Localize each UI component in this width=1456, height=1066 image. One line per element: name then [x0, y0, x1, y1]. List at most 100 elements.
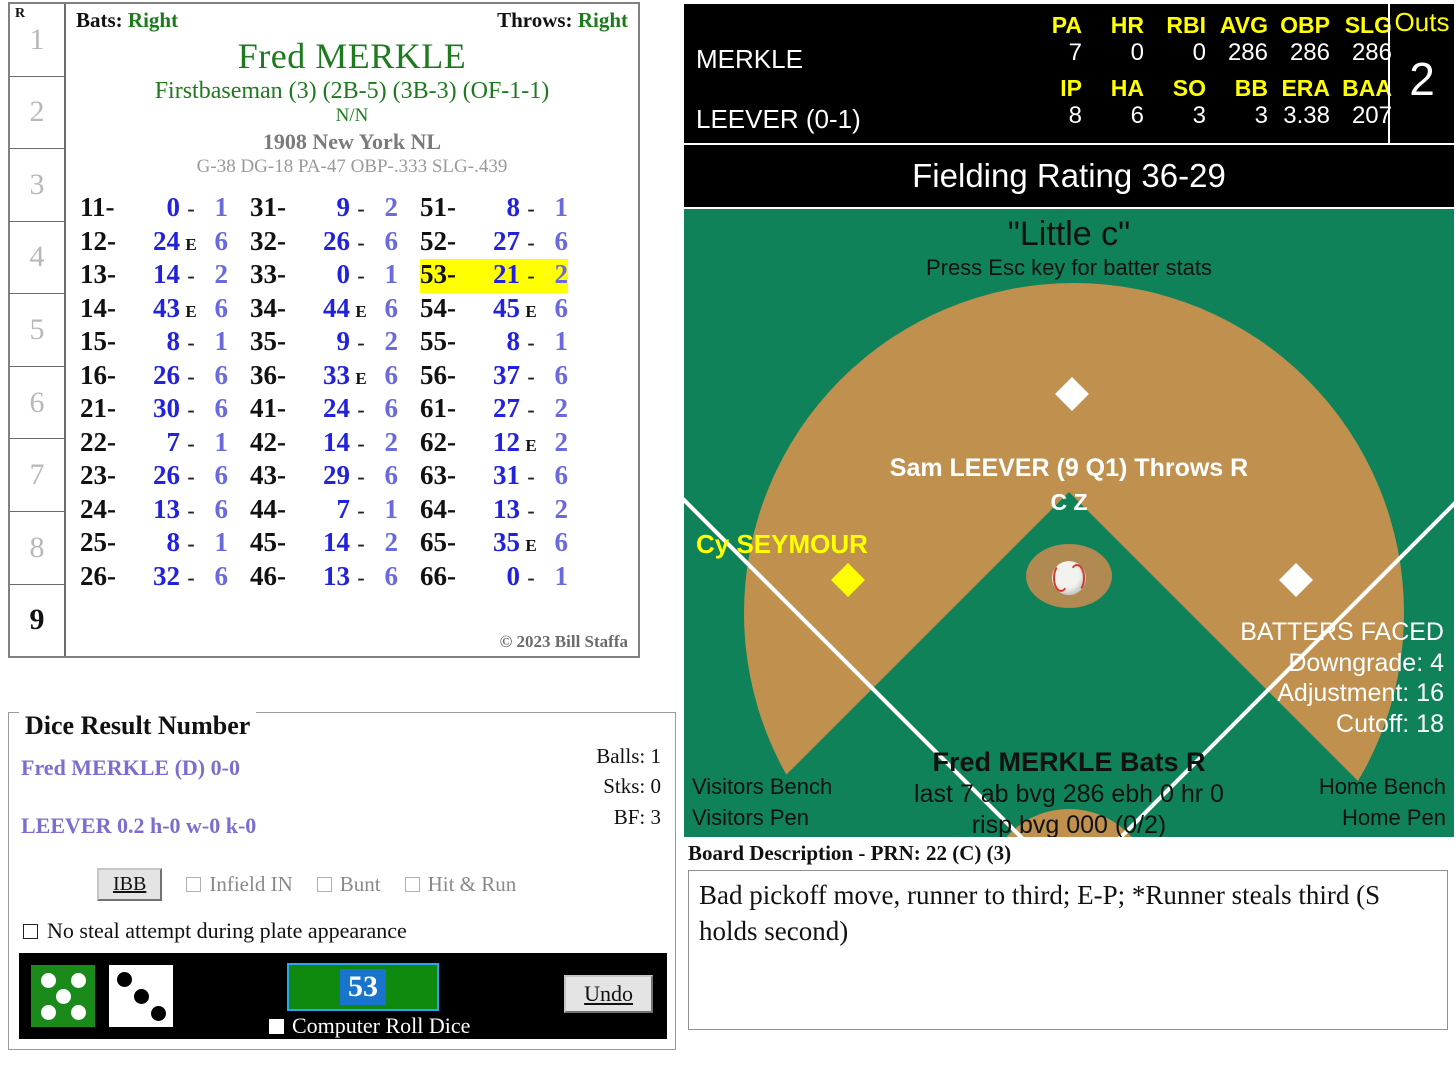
infield-in-checkbox[interactable]: Infield IN [186, 872, 293, 897]
dice-row-value: 6 [554, 292, 569, 323]
die-pip [150, 1006, 166, 1022]
stat-value: 286 [1351, 39, 1392, 66]
bats-group: Bats: Right [76, 8, 178, 33]
dice-row-error-flag: E [525, 301, 537, 321]
inning-number: 2 [29, 95, 45, 129]
dice-row-result: 29 [323, 460, 350, 490]
dice-panel-title: Dice Result Number [19, 711, 257, 741]
dice-row-key: 36- [250, 359, 286, 390]
cutoff-value: Cutoff: 18 [1336, 709, 1444, 738]
dice-row-value: 6 [214, 493, 229, 524]
app-window: R 1 2 3 4 5 6 7 8 9 Bats: Right Throws: … [0, 0, 1456, 1066]
dice-row-result: 26 [153, 460, 180, 490]
inning-number: 6 [29, 385, 45, 419]
dice-row-key: 56- [420, 359, 456, 390]
visitors-pen-button[interactable]: Visitors Pen [692, 805, 809, 831]
dice-pitcher-line: LEEVER 0.2 h-0 w-0 k-0 [21, 813, 257, 838]
dice-row-result: 44 [323, 292, 350, 323]
dice-row-key: 21- [80, 393, 116, 423]
dice-row-result: 14 [323, 426, 350, 457]
pitcher-stat-values: 8 6 3 3 3.38 207 [1020, 102, 1392, 130]
visitors-bench-button[interactable]: Visitors Bench [692, 774, 832, 800]
inning-number: 8 [29, 530, 45, 564]
dice-roll-bar: 53 Computer Roll Dice Undo [19, 953, 667, 1039]
baseball-icon [1052, 561, 1086, 595]
bats-label: Bats: [76, 8, 123, 32]
dice-row: 53- 21-2 [420, 259, 568, 293]
home-bench-button[interactable]: Home Bench [1319, 774, 1446, 800]
dice-row-error-flag: E [525, 536, 537, 555]
dice-row-value: 1 [214, 426, 229, 457]
inning-cell-6: 6 [10, 367, 64, 440]
dice-row-result: 8 [506, 192, 521, 222]
dice-row-result: 14 [323, 527, 350, 557]
dice-row: 36- 33 E 6 [250, 360, 398, 394]
die-white[interactable] [109, 965, 173, 1027]
stat-header: SO [1172, 75, 1206, 101]
dice-row-separator: - [527, 363, 535, 389]
dice-column-1: 11- 0-1 12- 24 E 6 13- 14-2 14- 43 E 6 15- 8-1 16- 26-6… [80, 192, 228, 594]
dice-row-result: 45 [493, 292, 520, 323]
die-pip [134, 989, 149, 1004]
undo-button[interactable]: Undo [564, 975, 653, 1013]
dice-row: 31- 9-2 [250, 192, 398, 226]
dice-row-result: 43 [153, 292, 180, 323]
home-pen-button[interactable]: Home Pen [1342, 805, 1446, 831]
dice-row-value: 2 [384, 326, 399, 356]
dice-row-result: 31 [493, 460, 520, 490]
dice-row-key: 54- [420, 292, 456, 323]
batters-faced-block: BATTERS FACED Downgrade: 4 Adjustment: 1… [1240, 617, 1444, 739]
dice-row-value: 2 [384, 192, 399, 222]
dice-row-key: 42- [250, 426, 286, 457]
player-team: 1908 New York NL [262, 129, 442, 154]
dice-row-value: 6 [384, 460, 399, 490]
dice-row: 51- 8-1 [420, 192, 568, 226]
inning-number: 1 [29, 22, 45, 56]
dice-row-value: 2 [554, 393, 569, 423]
dice-row: 33- 0-1 [250, 259, 398, 293]
dice-row: 11- 0-1 [80, 192, 228, 226]
hit-and-run-checkbox[interactable]: Hit & Run [404, 872, 516, 897]
dice-row-result: 24 [153, 225, 180, 256]
dice-row-separator: - [187, 464, 195, 489]
throws-label: Throws: [497, 8, 573, 32]
inning-number: 7 [29, 458, 45, 492]
no-steal-checkbox[interactable]: No steal attempt during plate appearance [23, 918, 407, 944]
dice-row-value: 1 [554, 560, 569, 591]
dice-row-value: 2 [384, 426, 399, 457]
dice-row: 45- 14-2 [250, 527, 398, 561]
runner-on-third-label: Cy SEYMOUR [696, 529, 868, 559]
ibb-button[interactable]: IBB [97, 868, 163, 901]
baseball-field[interactable]: "Little c" Press Esc key for batter stat… [682, 209, 1456, 837]
bunt-checkbox[interactable]: Bunt [316, 872, 381, 897]
dice-row: 64- 13-2 [420, 494, 568, 528]
field-subtitle: Press Esc key for batter stats [925, 255, 1213, 280]
throws-group: Throws: Right [497, 8, 628, 33]
dice-row-error-flag: E [355, 301, 367, 321]
outs-value: 2 [1409, 53, 1435, 105]
dice-row-result: 0 [506, 560, 521, 591]
field-title: "Little c" [1007, 215, 1131, 253]
dice-row-separator: - [357, 497, 365, 523]
dice-row-value: 6 [554, 225, 569, 256]
die-green[interactable] [31, 965, 95, 1027]
inning-cell-5: 5 [10, 294, 64, 367]
undo-label: Undo [584, 981, 633, 1006]
dice-row: 62- 12 E 2 [420, 427, 568, 461]
roll-display: 53 [287, 963, 439, 1011]
dice-row-separator: - [187, 363, 195, 389]
board-description-text: Bad pickoff move, runner to third; E-P; … [688, 870, 1448, 1030]
dice-row-result: 26 [323, 225, 350, 256]
die-pip [71, 972, 87, 988]
dice-row-value: 2 [214, 259, 229, 289]
dice-row-key: 43- [250, 460, 286, 490]
dice-row-value: 6 [384, 560, 399, 591]
computer-roll-dice-checkbox[interactable]: Computer Roll Dice [269, 1013, 470, 1039]
dice-row-key: 45- [250, 527, 286, 557]
dice-row-separator: - [187, 330, 195, 355]
dice-row: 23- 26-6 [80, 460, 228, 494]
dice-row-key: 16- [80, 359, 116, 390]
bats-throws-row: Bats: Right Throws: Right [66, 4, 638, 33]
batters-faced-title: BATTERS FACED [1240, 618, 1444, 646]
